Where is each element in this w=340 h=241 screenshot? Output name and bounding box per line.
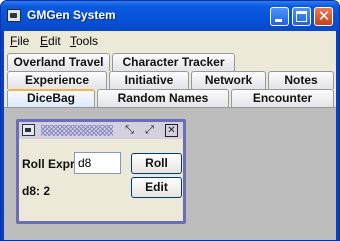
client-area: File Edit Tools Overland Travel Characte… — [4, 31, 336, 240]
menu-tools[interactable]: Tools — [70, 34, 98, 48]
maximize-button[interactable] — [292, 7, 311, 26]
app-icon[interactable] — [7, 9, 21, 22]
title-stripe — [41, 125, 113, 136]
tab-overland-travel[interactable]: Overland Travel — [7, 53, 110, 71]
close-button[interactable]: ✕ — [314, 7, 333, 26]
menu-file[interactable]: File — [10, 34, 29, 48]
close-icon: ✕ — [317, 7, 331, 25]
menu-edit-label: dit — [48, 34, 61, 48]
roll-expr-label: Roll Expr: — [22, 157, 79, 171]
app-window: GMGen System ✕ File Edit Tools Overland … — [0, 0, 340, 241]
tab-character-tracker[interactable]: Character Tracker — [112, 53, 235, 71]
maximize-icon — [296, 11, 307, 22]
menu-edit[interactable]: Edit — [40, 34, 61, 48]
minimize-button[interactable] — [270, 7, 289, 26]
edit-button[interactable]: Edit — [131, 177, 182, 198]
tab-experience[interactable]: Experience — [7, 71, 107, 89]
tab-dicebag[interactable]: DiceBag — [7, 89, 95, 107]
minimize-icon — [275, 19, 282, 22]
maximize-frame-icon[interactable]: ⤢ — [143, 124, 156, 137]
iconify-icon[interactable]: ⤡ — [123, 124, 136, 137]
roll-expr-input[interactable] — [74, 152, 121, 174]
roll-button[interactable]: Roll — [131, 153, 182, 174]
window-title: GMGen System — [27, 8, 116, 22]
internal-frame-icon[interactable] — [22, 124, 35, 136]
menu-file-label: ile — [17, 34, 30, 48]
menu-bar: File Edit Tools — [4, 31, 336, 51]
menu-tools-label: ools — [76, 34, 99, 48]
menu-edit-mnemonic: E — [40, 34, 49, 48]
roll-result: d8: 2 — [22, 184, 51, 198]
tab-initiative[interactable]: Initiative — [109, 71, 189, 89]
internal-frame-title-bar[interactable]: ⤡ ⤢ ✕ — [19, 122, 183, 139]
tab-notes[interactable]: Notes — [268, 71, 334, 89]
tab-random-names[interactable]: Random Names — [97, 89, 229, 107]
tab-network[interactable]: Network — [191, 71, 266, 89]
close-frame-icon[interactable]: ✕ — [165, 124, 178, 137]
tab-encounter[interactable]: Encounter — [231, 89, 334, 107]
title-bar[interactable]: GMGen System ✕ — [1, 1, 339, 31]
dice-internal-frame: ⤡ ⤢ ✕ Roll Expr: Roll d8: 2 Edit — [16, 119, 186, 224]
